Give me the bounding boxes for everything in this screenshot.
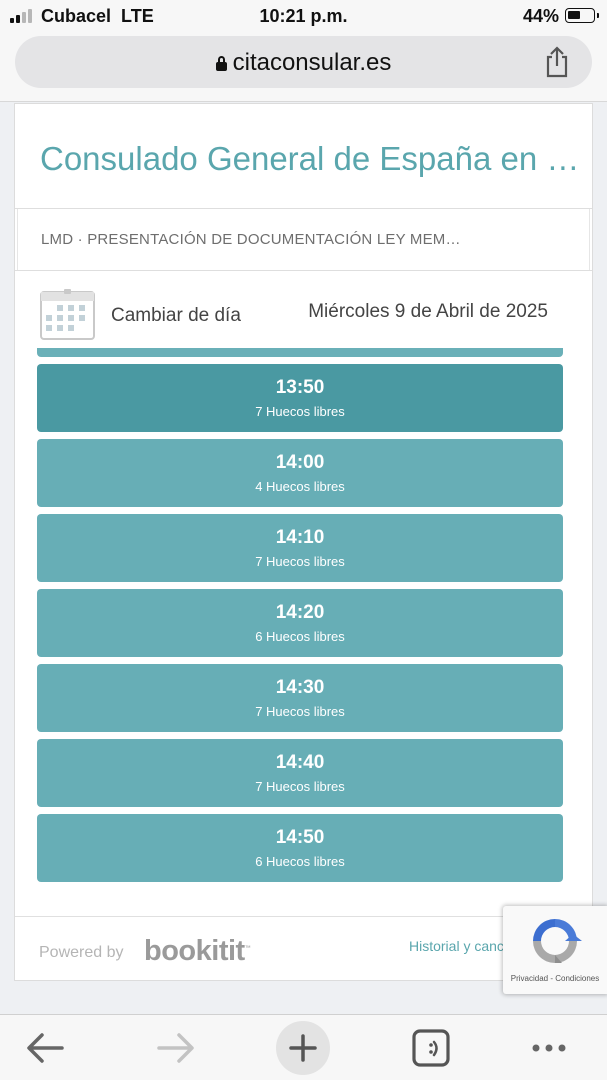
booking-card: Consulado General de España en … LMD · P…	[14, 103, 593, 981]
forward-arrow-icon[interactable]	[147, 1021, 203, 1075]
page-title: Consulado General de España en …	[40, 140, 580, 177]
selected-date: Miércoles 9 de Abril de 2025	[308, 301, 548, 322]
logo-trademark: ™	[244, 945, 251, 952]
time-slot[interactable]: 14:50 6 Huecos libres	[37, 814, 563, 882]
slot-time: 14:40	[275, 752, 325, 773]
slot-time: 14:10	[275, 527, 325, 548]
slot-availability: 7 Huecos libres	[255, 554, 345, 569]
slot-availability: 6 Huecos libres	[255, 854, 345, 869]
time-slot[interactable]: 14:20 6 Huecos libres	[37, 589, 563, 657]
slot-time: 13:50	[275, 377, 325, 398]
history-cancel-link[interactable]: Historial y canc	[409, 938, 504, 954]
service-label: LMD · PRESENTACIÓN DE DOCUMENTACIÓN LEY …	[41, 231, 461, 248]
date-selector: Cambiar de día Miércoles 9 de Abril de 2…	[15, 271, 592, 351]
battery-icon	[565, 8, 599, 23]
recaptcha-links[interactable]: Privacidad - Condiciones	[503, 974, 607, 983]
slot-availability: 4 Huecos libres	[255, 479, 345, 494]
plus-icon[interactable]	[276, 1021, 330, 1075]
lock-icon	[215, 56, 227, 71]
slot-time: 14:50	[275, 827, 325, 848]
battery-percent: 44%	[522, 6, 559, 26]
time-slot-partial[interactable]	[37, 348, 563, 357]
recaptcha-icon	[533, 919, 582, 963]
slot-availability: 7 Huecos libres	[255, 704, 345, 719]
time-slot[interactable]: 14:40 7 Huecos libres	[37, 739, 563, 807]
recaptcha-badge[interactable]: Privacidad - Condiciones	[503, 906, 607, 994]
bookitit-logo[interactable]: bookitit™	[144, 935, 251, 968]
time-slot[interactable]: 14:00 4 Huecos libres	[37, 439, 563, 507]
time-slot[interactable]: 14:10 7 Huecos libres	[37, 514, 563, 582]
slot-time: 14:00	[275, 452, 325, 473]
logo-text: bookitit	[144, 935, 245, 967]
browser-toolbar	[0, 1014, 607, 1080]
time-slot[interactable]: 13:50 7 Huecos libres	[37, 364, 563, 432]
browser-top-bar: citaconsular.es	[0, 32, 607, 102]
service-row[interactable]: LMD · PRESENTACIÓN DE DOCUMENTACIÓN LEY …	[17, 209, 590, 271]
time-slot-list: 13:50 7 Huecos libres 14:00 4 Huecos lib…	[37, 348, 563, 884]
share-icon[interactable]	[542, 46, 572, 78]
calendar-icon[interactable]	[40, 288, 95, 340]
slot-availability: 7 Huecos libres	[255, 779, 345, 794]
change-day-link[interactable]: Cambiar de día	[111, 305, 241, 327]
more-icon[interactable]	[521, 1021, 577, 1075]
back-arrow-icon[interactable]	[18, 1021, 74, 1075]
slot-time: 14:20	[275, 602, 325, 623]
slot-time: 14:30	[275, 677, 325, 698]
status-time: 10:21 p.m.	[259, 6, 348, 26]
slot-availability: 6 Huecos libres	[255, 629, 345, 644]
tabs-icon[interactable]	[403, 1021, 459, 1075]
url-text: citaconsular.es	[232, 49, 392, 76]
url-display[interactable]: citaconsular.es	[15, 49, 592, 77]
time-slot[interactable]: 14:30 7 Huecos libres	[37, 664, 563, 732]
status-bar: Cubacel LTE 10:21 p.m. 44%	[0, 0, 607, 32]
address-bar[interactable]: citaconsular.es	[15, 36, 592, 88]
powered-by-label: Powered by	[39, 944, 124, 961]
slot-availability: 7 Huecos libres	[255, 404, 345, 419]
